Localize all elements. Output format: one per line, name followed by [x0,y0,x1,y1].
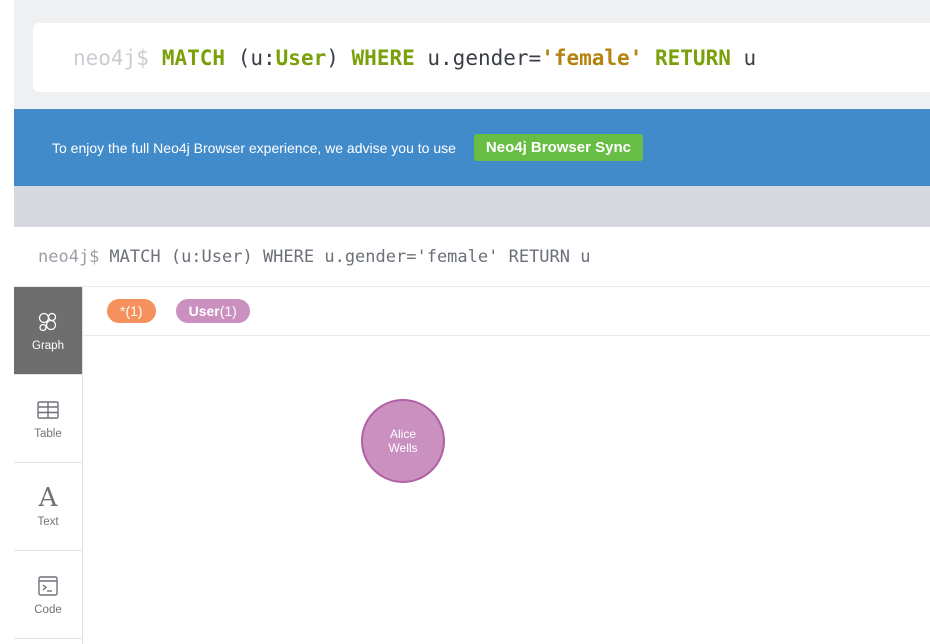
table-icon [36,398,60,422]
view-tab-text[interactable]: A Text [14,463,82,551]
query-editor: neo4j$ MATCH (u: User) WHERE u.gender='fe… [14,8,930,109]
editor-prompt: neo4j$ [73,45,149,70]
pill-label: User [188,303,220,319]
editor-token: u.gender= [414,45,542,70]
pill-count: (1) [219,303,237,319]
stream-gap [14,186,930,227]
editor-token: RETURN [655,45,731,70]
editor-token: u [730,45,757,70]
code-icon [36,574,60,598]
view-tab-label: Code [34,603,62,616]
frame-header[interactable]: neo4j$ MATCH (u:User) WHERE u.gender='fe… [14,227,930,287]
view-tab-table[interactable]: Table [14,375,82,463]
all-nodes-pill[interactable]: *(1) [107,299,156,323]
frame-prompt: neo4j$ [38,246,100,267]
editor-token: 'female' [541,45,643,70]
graph-node[interactable]: Alice Wells [361,399,445,483]
text-icon: A [38,482,58,513]
editor-token: WHERE [351,45,415,70]
view-sidebar: Graph Table A Text Code [14,287,83,644]
graph-canvas[interactable]: *(1) User(1) Alice Wells [83,287,930,644]
node-caption-line: Alice [389,427,416,441]
editor-token: (u: [225,45,276,70]
banner-text: To enjoy the full Neo4j Browser experien… [52,139,456,156]
view-tab-code[interactable]: Code [14,551,82,639]
pill-count: (1) [125,303,143,319]
result-frame: neo4j$ MATCH (u:User) WHERE u.gender='fe… [14,227,930,644]
query-input[interactable]: neo4j$ MATCH (u: User) WHERE u.gender='fe… [33,23,930,92]
left-edge [0,0,14,644]
view-tab-label: Text [37,515,59,528]
graph-icon [36,310,60,334]
sync-banner: To enjoy the full Neo4j Browser experien… [14,109,930,186]
editor-token: ) [326,45,352,70]
browser-sync-button[interactable]: Neo4j Browser Sync [473,134,643,161]
editor-token: MATCH [161,45,226,70]
view-tab-label: Graph [32,339,64,352]
label-legend: *(1) User(1) [83,287,930,336]
view-tab-label: Table [34,427,62,440]
view-tab-graph[interactable]: Graph [14,287,82,375]
editor-token: User [275,45,327,70]
user-label-pill[interactable]: User(1) [175,299,250,323]
frame-query: MATCH (u:User) WHERE u.gender='female' R… [109,246,591,267]
editor-token [642,46,655,70]
node-caption-line: Wells [388,441,418,455]
